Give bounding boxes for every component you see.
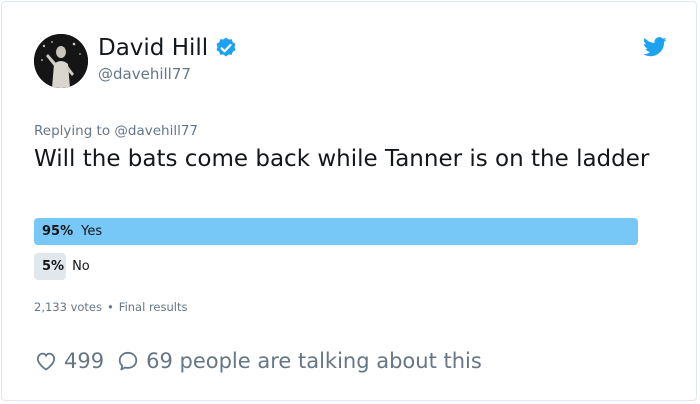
poll-label-no: No (72, 259, 90, 274)
twitter-bird-icon[interactable] (643, 37, 667, 57)
talking-about-count[interactable]: 69 people are talking about this (146, 347, 482, 375)
heart-outline-icon[interactable] (34, 349, 58, 373)
poll-option-yes: 95% Yes (34, 218, 638, 245)
poll-option-no: 5% No (34, 253, 638, 280)
author-display-name[interactable]: David Hill (98, 33, 208, 63)
speech-bubble-icon[interactable] (116, 349, 140, 373)
poll-percent-yes: 95% (42, 224, 74, 239)
tweet-card: David Hill @davehill77 Replying to @dave… (1, 1, 697, 401)
replying-to[interactable]: Replying to @davehill77 (34, 122, 198, 140)
poll-bar-yes (34, 218, 638, 245)
engagement-bar: 499 69 people are talking about this (34, 347, 482, 375)
tweet-text: Will the bats come back while Tanner is … (34, 146, 650, 172)
avatar-image (34, 34, 88, 88)
separator-dot: • (107, 300, 114, 314)
verified-badge-icon (214, 36, 238, 60)
poll-percent-no: 5% (42, 259, 65, 274)
poll-status: Final results (118, 300, 188, 314)
poll-meta: 2,133 votes • Final results (34, 299, 187, 315)
author-handle[interactable]: @davehill77 (98, 64, 191, 84)
avatar[interactable] (34, 34, 88, 88)
poll-label-yes: Yes (81, 224, 103, 239)
like-count[interactable]: 499 (64, 347, 104, 375)
poll-votes: 2,133 votes (34, 300, 102, 314)
author-name-row[interactable]: David Hill (98, 33, 238, 63)
